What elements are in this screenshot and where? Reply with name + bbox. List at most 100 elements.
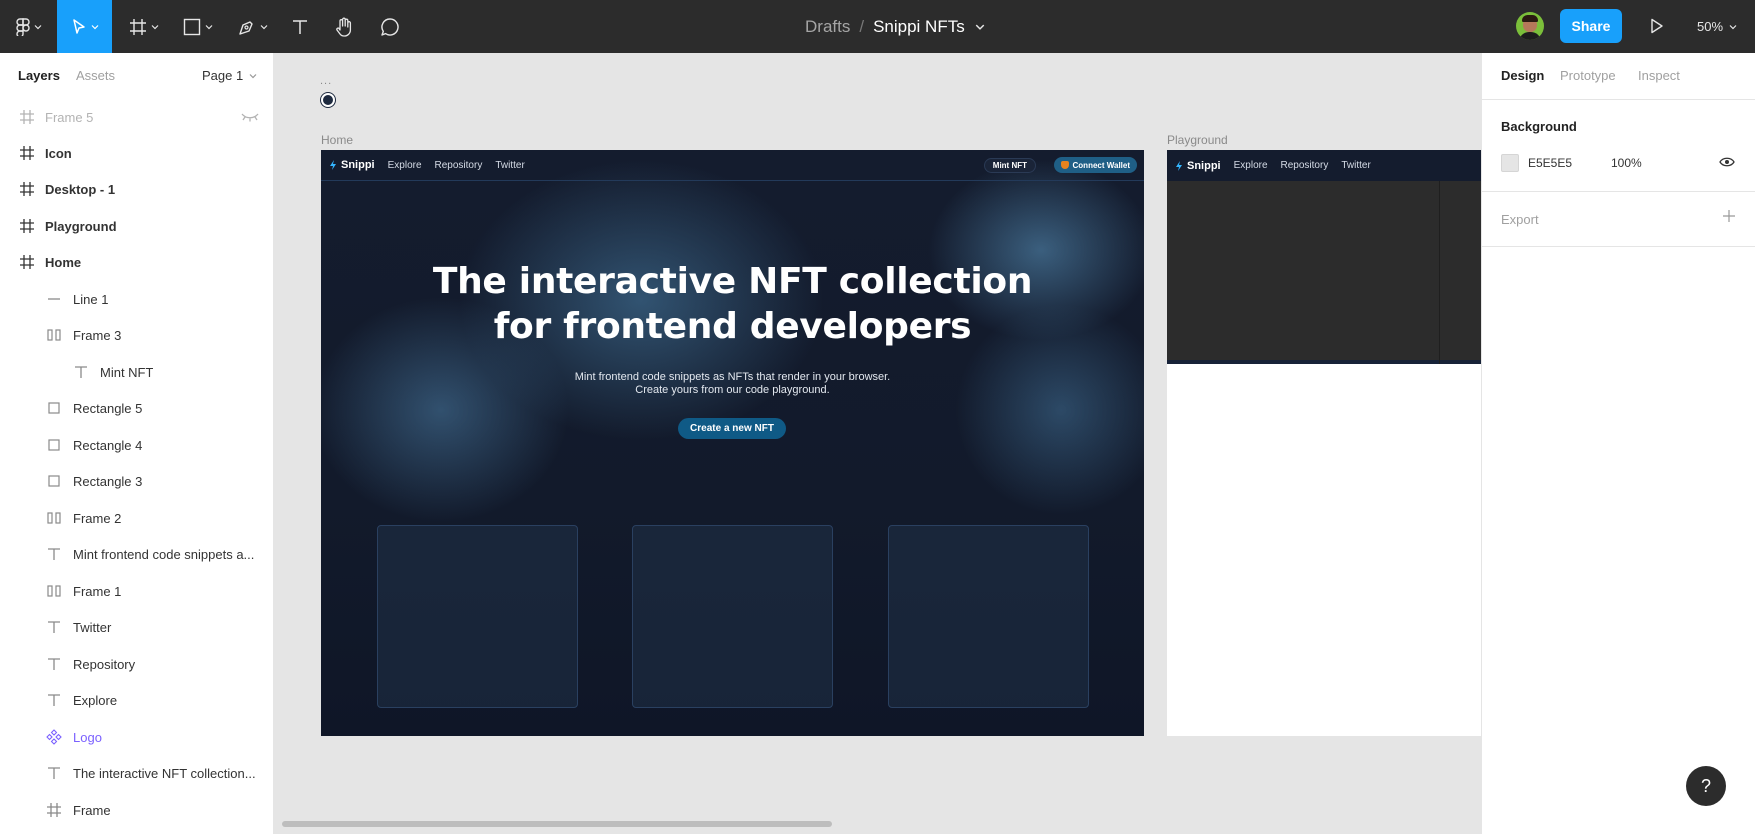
hero-title: The interactive NFT collection for front… [321, 259, 1144, 349]
component-icon [46, 729, 62, 745]
rectangle-icon [48, 402, 60, 414]
background-opacity-input[interactable]: 100% [1611, 156, 1642, 170]
frame-label-playground[interactable]: Playground [1167, 133, 1228, 147]
comment-tool-button[interactable] [377, 0, 403, 53]
frame-icon [20, 255, 34, 269]
editor-divider[interactable] [1439, 181, 1440, 364]
auto-layout-icon [47, 512, 61, 524]
site-logo[interactable]: Snippi [330, 159, 375, 171]
create-nft-button[interactable]: Create a new NFT [678, 418, 786, 439]
layer-frame-3[interactable]: Frame 3 [0, 317, 273, 353]
home-frame[interactable]: Snippi Explore Repository Twitter Mint N… [321, 150, 1144, 736]
nft-card-placeholder[interactable] [632, 525, 833, 708]
nft-card-placeholder[interactable] [377, 525, 578, 708]
layer-name: Line 1 [73, 291, 109, 307]
frame-label-home[interactable]: Home [321, 133, 353, 147]
background-hex-input[interactable]: E5E5E5 [1528, 156, 1572, 170]
rectangle-icon [48, 475, 60, 487]
tab-prototype[interactable]: Prototype [1560, 68, 1616, 83]
layer-frame-1[interactable]: Frame 1 [0, 573, 273, 609]
layer-line-1[interactable]: Line 1 [0, 281, 273, 317]
nav-explore[interactable]: Explore [1234, 160, 1268, 171]
tab-design[interactable]: Design [1501, 68, 1544, 83]
logo-text: Snippi [341, 159, 375, 171]
layer-name: Desktop - 1 [45, 181, 116, 197]
layer-rectangle-4[interactable]: Rectangle 4 [0, 427, 273, 463]
layer-rectangle-5[interactable]: Rectangle 5 [0, 390, 273, 426]
layer-icon[interactable]: Icon [0, 135, 273, 171]
layer-desktop-1[interactable]: Desktop - 1 [0, 171, 273, 207]
left-panel-tabs: Layers Assets Page 1 [0, 53, 273, 99]
avatar-hair [1522, 15, 1538, 22]
layer-twitter[interactable]: Twitter [0, 609, 273, 645]
rectangle-icon [48, 439, 60, 451]
icon-frame[interactable] [321, 93, 335, 107]
site-logo[interactable]: Snippi [1176, 160, 1221, 172]
plus-icon[interactable] [1722, 209, 1736, 223]
eye-icon[interactable] [1719, 156, 1735, 168]
hand-tool-button[interactable] [331, 0, 357, 53]
move-tool-button[interactable] [57, 0, 112, 53]
shape-tool-button[interactable] [178, 0, 218, 53]
help-button[interactable]: ? [1686, 766, 1726, 806]
chevron-down-icon [1729, 24, 1737, 29]
layer-frame[interactable]: Frame [0, 792, 273, 828]
frame-icon [20, 146, 34, 160]
nav-twitter[interactable]: Twitter [1341, 160, 1370, 171]
layer-home[interactable]: Home [0, 244, 273, 280]
background-section-title: Background [1501, 119, 1577, 134]
canvas[interactable]: ... Home Playground Snippi Explore Repos… [274, 53, 1481, 834]
layer-name: Icon [45, 145, 72, 161]
layer-frame-2[interactable]: Frame 2 [0, 500, 273, 536]
mint-nft-button[interactable]: Mint NFT [983, 158, 1036, 173]
tab-assets[interactable]: Assets [76, 68, 115, 83]
nav-repository[interactable]: Repository [1281, 160, 1329, 171]
connect-wallet-button[interactable]: Connect Wallet [1053, 157, 1137, 173]
tab-layers[interactable]: Layers [18, 68, 60, 83]
frame-icon [47, 803, 61, 817]
horizontal-scrollbar[interactable] [282, 821, 832, 827]
playground-frame[interactable]: Snippi Explore Repository Twitter [1167, 150, 1481, 736]
layer-repository[interactable]: Repository [0, 646, 273, 682]
layer-mint-nft[interactable]: Mint NFT [0, 354, 273, 390]
file-name[interactable]: Snippi NFTs [873, 17, 965, 37]
playground-editor-area[interactable] [1167, 181, 1481, 364]
figma-menu-button[interactable] [10, 0, 48, 53]
text-icon [48, 658, 60, 670]
layer-frame-5[interactable]: Frame 5 [0, 99, 273, 135]
breadcrumb-drafts[interactable]: Drafts [805, 17, 850, 37]
layer-explore[interactable]: Explore [0, 682, 273, 718]
page-selector[interactable]: Page 1 [202, 68, 257, 83]
frame-tool-button[interactable] [124, 0, 164, 53]
eye-closed-icon[interactable] [241, 111, 259, 123]
background-color-swatch[interactable] [1501, 154, 1519, 172]
share-button[interactable]: Share [1560, 9, 1622, 43]
figma-menu-icon [16, 17, 30, 36]
nav-explore[interactable]: Explore [388, 160, 422, 171]
layer-name: Frame 1 [73, 583, 122, 599]
nft-card-placeholder[interactable] [888, 525, 1089, 708]
layer-playground[interactable]: Playground [0, 208, 273, 244]
layer-logo[interactable]: Logo [0, 719, 273, 755]
pen-tool-button[interactable] [233, 0, 273, 53]
tab-inspect[interactable]: Inspect [1638, 68, 1680, 83]
avatar[interactable] [1516, 12, 1544, 40]
comment-tool-icon [381, 17, 399, 36]
layer-rectangle-3[interactable]: Rectangle 3 [0, 463, 273, 499]
line-icon [48, 298, 60, 300]
nav-twitter[interactable]: Twitter [495, 160, 524, 171]
layer-hero-title[interactable]: The interactive NFT collection... [0, 755, 273, 791]
zoom-control[interactable]: 50% [1697, 0, 1737, 53]
nav-repository[interactable]: Repository [435, 160, 483, 171]
layer-name: Home [45, 254, 82, 270]
text-tool-button[interactable] [287, 0, 313, 53]
layer-mint-frontend-text[interactable]: Mint frontend code snippets a... [0, 536, 273, 572]
hero-subtitle-line-2: Create yours from our code playground. [635, 384, 830, 396]
top-toolbar: Drafts / Snippi NFTs Share 50% [0, 0, 1755, 53]
present-button[interactable] [1645, 14, 1669, 38]
text-icon [48, 767, 60, 779]
auto-layout-icon [47, 329, 61, 341]
chevron-down-icon [34, 24, 42, 29]
divider [1482, 191, 1755, 192]
chevron-down-icon[interactable] [975, 22, 985, 32]
